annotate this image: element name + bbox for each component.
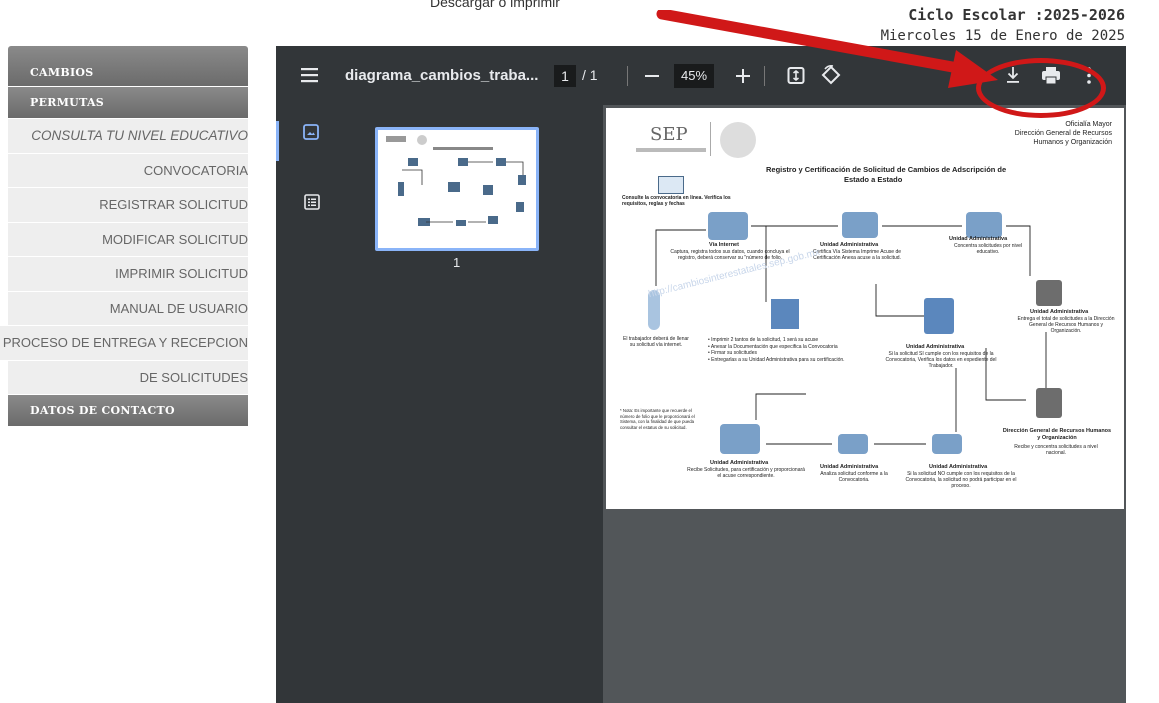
sidebar-item-convocatoria[interactable]: CONVOCATORIA (8, 153, 248, 188)
sidebar-item-permutas[interactable]: PERMUTAS (8, 87, 248, 118)
outline-icon[interactable] (304, 194, 320, 215)
flow-arrows (655, 225, 1047, 445)
menu-icon[interactable] (300, 46, 320, 105)
sidebar-item-solicitudes[interactable]: DE SOLICITUDES (8, 360, 248, 395)
sidebar-menu: CAMBIOS PERMUTAS CONSULTA TU NIVEL EDUCA… (0, 46, 248, 427)
sidebar-item-imprimir[interactable]: IMPRIMIR SOLICITUD (8, 257, 248, 292)
pdf-page: SEP Oficialía Mayor Dirección General de… (606, 108, 1124, 509)
sidebar-item-modificar[interactable]: MODIFICAR SOLICITUD (8, 222, 248, 257)
page-thumbnail[interactable] (375, 127, 539, 251)
active-indicator (276, 121, 279, 161)
sidebar-item-registrar[interactable]: REGISTRAR SOLICITUD (8, 188, 248, 223)
divider (627, 66, 628, 86)
download-hint: Descargar o imprimir (430, 0, 560, 10)
sidebar-item-proceso[interactable]: PROCESO DE ENTREGA Y RECEPCION (0, 326, 248, 361)
sidebar-item-contacto[interactable]: DATOS DE CONTACTO (8, 395, 248, 426)
page-total: / 1 (582, 67, 598, 83)
thumbnail-page-label: 1 (453, 255, 461, 270)
pdf-viewer: diagrama_cambios_traba... 1 / 1 45% 1 SE… (276, 46, 1126, 703)
thumbnail-panel: 1 (276, 105, 603, 703)
thumbnail-icon[interactable] (303, 124, 319, 145)
sidebar-item-consulta-nivel[interactable]: CONSULTA TU NIVEL EDUCATIVO (8, 119, 248, 154)
annotation-arrow (656, 10, 998, 88)
sidebar-item-manual[interactable]: MANUAL DE USUARIO (8, 291, 248, 326)
page-number-input[interactable]: 1 (554, 65, 576, 87)
file-name: diagrama_cambios_traba... (345, 67, 539, 84)
sidebar-item-cambios[interactable]: CAMBIOS (8, 46, 248, 86)
